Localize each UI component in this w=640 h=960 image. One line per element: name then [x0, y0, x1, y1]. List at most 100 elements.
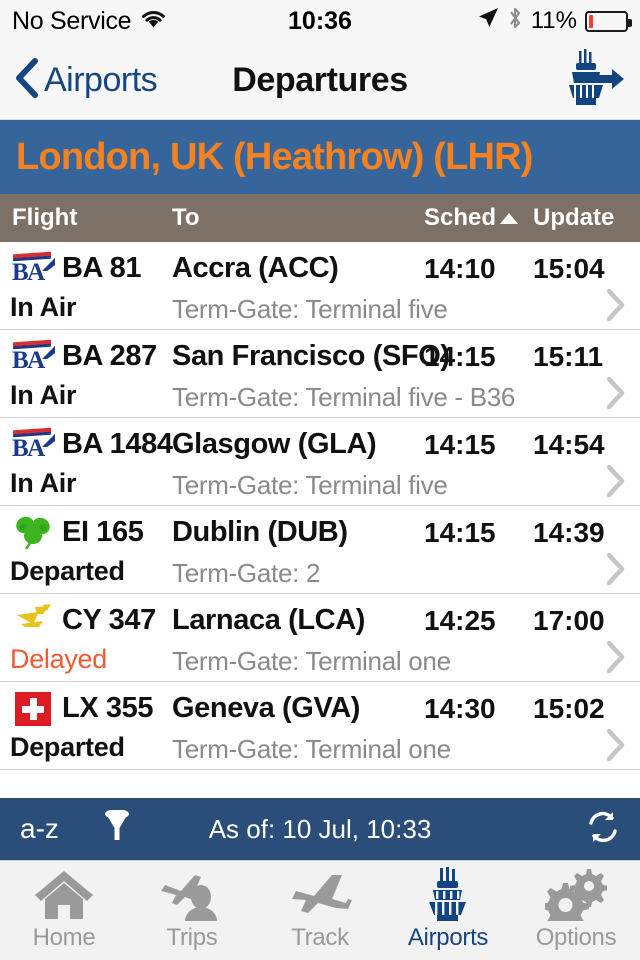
flight-status: Delayed [10, 644, 107, 674]
flight-terminal-gate: Term-Gate: Terminal five [172, 470, 448, 500]
column-header-flight[interactable]: Flight [12, 204, 77, 232]
list-toolbar: a-z As of: 10 Jul, 10:33 [0, 798, 640, 860]
flight-scheduled-time: 14:25 [424, 605, 496, 636]
tab-label: Trips [166, 924, 218, 951]
column-header-update[interactable]: Update [533, 204, 614, 232]
as-of-timestamp: As of: 10 Jul, 10:33 [208, 813, 432, 844]
tab-track[interactable]: Track [256, 861, 384, 960]
flight-terminal-gate: Term-Gate: Terminal one [172, 734, 451, 764]
refresh-icon [586, 810, 620, 849]
battery-icon [585, 10, 632, 32]
airline-logo: BA [10, 427, 56, 463]
flight-destination: Geneva (GVA) [172, 692, 361, 724]
aer-lingus-shamrock-logo [13, 513, 53, 554]
chevron-left-icon [14, 57, 40, 104]
flight-number: BA 81 [62, 252, 142, 284]
app-screen: No Service 10:36 11% Airports Departures… [0, 0, 640, 960]
chevron-right-icon[interactable] [606, 640, 626, 674]
gears-icon [545, 869, 607, 921]
flight-terminal-gate: Term-Gate: 2 [172, 558, 321, 588]
flight-row[interactable]: BA BA 1484 Glasgow (GLA) 14:15 14:54 In Air Te… [0, 418, 640, 506]
flight-list: BA BA 81 Accra (ACC) 14:10 15:04 In Air Term-G… [0, 242, 640, 798]
flight-terminal-gate: Term-Gate: Terminal five - B36 [172, 382, 516, 412]
airline-logo [10, 515, 56, 551]
flight-number: EI 165 [62, 516, 144, 548]
british-airways-logo: BA [11, 427, 55, 462]
sort-az-button[interactable]: a-z [20, 813, 59, 845]
column-header-to[interactable]: To [172, 204, 200, 232]
airline-logo: BA [10, 251, 56, 287]
british-airways-logo: BA [11, 251, 55, 286]
airport-banner: London, UK (Heathrow) (LHR) [0, 120, 640, 194]
flight-row[interactable]: BA BA 81 Accra (ACC) 14:10 15:04 In Air Term-G… [0, 242, 640, 330]
tab-label: Airports [407, 924, 489, 951]
tab-label: Home [32, 924, 96, 951]
refresh-button[interactable] [586, 810, 620, 849]
flight-number: CY 347 [62, 604, 156, 636]
british-airways-logo: BA [11, 339, 55, 374]
plane-person-icon [159, 869, 225, 921]
flight-status: In Air [10, 292, 77, 322]
tab-home[interactable]: Home [0, 861, 128, 960]
flight-updated-time: 15:04 [533, 253, 605, 284]
flight-destination: San Francisco (SFO) [172, 340, 450, 372]
flight-status: Departed [10, 556, 125, 586]
airline-logo: BA [10, 339, 56, 375]
flight-row[interactable]: EI 165 Dublin (DUB) 14:15 14:39 Departed Term… [0, 506, 640, 594]
flight-updated-time: 14:54 [533, 429, 605, 460]
plane-icon [288, 869, 352, 921]
chevron-right-icon[interactable] [606, 376, 626, 410]
flight-row[interactable]: BA BA 287 San Francisco (SFO) 14:15 15:11 In … [0, 330, 640, 418]
flight-destination: Glasgow (GLA) [172, 428, 377, 460]
flight-status: In Air [10, 468, 77, 498]
back-button[interactable]: Airports [14, 57, 158, 104]
funnel-filter-icon [103, 808, 131, 849]
flight-number: LX 355 [62, 692, 154, 724]
column-header-sched[interactable]: Sched [424, 204, 519, 232]
filter-button[interactable] [103, 808, 131, 849]
flight-scheduled-time: 14:10 [424, 253, 496, 284]
flight-number: BA 287 [62, 340, 157, 372]
flight-destination: Accra (ACC) [172, 252, 339, 284]
flight-scheduled-time: 14:15 [424, 517, 496, 548]
column-header-row: Flight To Sched Update [0, 194, 640, 242]
flight-scheduled-time: 14:30 [424, 693, 496, 724]
airline-logo [10, 603, 56, 639]
flight-number: BA 1484 [62, 428, 173, 460]
flight-row[interactable]: LX 355 Geneva (GVA) 14:30 15:02 Departed Term… [0, 682, 640, 770]
location-arrow-icon [477, 7, 499, 36]
bluetooth-icon [507, 6, 523, 37]
departures-tower-button[interactable] [554, 49, 626, 112]
home-icon [33, 869, 95, 921]
chevron-right-icon[interactable] [606, 288, 626, 322]
chevron-right-icon[interactable] [606, 728, 626, 762]
flight-updated-time: 15:02 [533, 693, 605, 724]
tab-airports[interactable]: Airports [384, 861, 512, 960]
flight-row[interactable]: CY 347 Larnaca (LCA) 14:25 17:00 Delayed Term… [0, 594, 640, 682]
tab-bar: Home Trips Track Airports Options [0, 860, 640, 960]
flight-terminal-gate: Term-Gate: Terminal one [172, 646, 451, 676]
flight-updated-time: 14:39 [533, 517, 605, 548]
flight-status: Departed [10, 732, 125, 762]
flight-scheduled-time: 14:15 [424, 429, 496, 460]
tab-trips[interactable]: Trips [128, 861, 256, 960]
swiss-cross-logo [15, 692, 51, 726]
flight-terminal-gate: Term-Gate: Terminal five [172, 294, 448, 324]
control-tower-icon [420, 867, 476, 921]
flight-destination: Larnaca (LCA) [172, 604, 365, 636]
tab-options[interactable]: Options [512, 861, 640, 960]
chevron-right-icon[interactable] [606, 464, 626, 498]
chevron-right-icon[interactable] [606, 552, 626, 586]
navigation-bar: Airports Departures [0, 42, 640, 120]
column-header-sched-label: Sched [424, 204, 497, 231]
battery-percent-label: 11% [530, 7, 577, 34]
airport-name-label: London, UK (Heathrow) (LHR) [16, 135, 533, 178]
flight-status: In Air [10, 380, 77, 410]
back-button-label: Airports [44, 61, 158, 99]
status-bar-right: 11% [477, 6, 632, 37]
flight-destination: Dublin (DUB) [172, 516, 348, 548]
flight-updated-time: 17:00 [533, 605, 605, 636]
tab-label: Options [535, 924, 617, 951]
sort-ascending-triangle-icon [500, 212, 519, 224]
status-bar: No Service 10:36 11% [0, 0, 640, 42]
